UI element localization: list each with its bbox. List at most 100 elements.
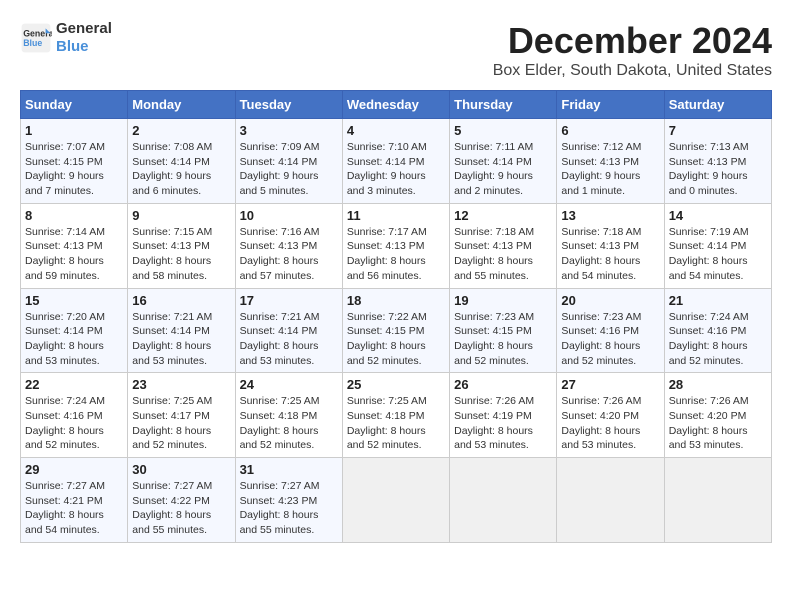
day-info: Sunrise: 7:16 AM Sunset: 4:13 PM Dayligh…: [240, 225, 338, 284]
calendar-week-row: 22 Sunrise: 7:24 AM Sunset: 4:16 PM Dayli…: [21, 373, 772, 458]
calendar-cell: 7 Sunrise: 7:13 AM Sunset: 4:13 PM Daylig…: [664, 119, 771, 204]
calendar-cell: 27Sunrise: 7:26 AM Sunset: 4:20 PM Dayli…: [557, 373, 664, 458]
day-info: Sunrise: 7:26 AM Sunset: 4:19 PM Dayligh…: [454, 394, 552, 453]
calendar-cell: 4 Sunrise: 7:10 AM Sunset: 4:14 PM Daylig…: [342, 119, 449, 204]
calendar-cell: 6Sunrise: 7:12 AM Sunset: 4:13 PM Daylig…: [557, 119, 664, 204]
day-number: 21: [669, 293, 767, 308]
day-info: Sunrise: 7:15 AM Sunset: 4:13 PM Dayligh…: [132, 225, 230, 284]
calendar-cell: 25 Sunrise: 7:25 AM Sunset: 4:18 PM Dayli…: [342, 373, 449, 458]
day-number: 4: [347, 123, 445, 138]
day-info: Sunrise: 7:07 AM Sunset: 4:15 PM Dayligh…: [25, 140, 123, 199]
calendar-table: SundayMondayTuesdayWednesdayThursdayFrid…: [20, 90, 772, 543]
calendar-cell: 18 Sunrise: 7:22 AM Sunset: 4:15 PM Dayli…: [342, 288, 449, 373]
day-number: 31: [240, 462, 338, 477]
day-number: 30: [132, 462, 230, 477]
day-number: 11: [347, 208, 445, 223]
day-number: 22: [25, 377, 123, 392]
day-info: Sunrise: 7:22 AM Sunset: 4:15 PM Dayligh…: [347, 310, 445, 369]
calendar-cell: [450, 458, 557, 543]
header: General Blue General Blue December 2024 …: [20, 20, 772, 80]
calendar-cell: [664, 458, 771, 543]
day-info: Sunrise: 7:27 AM Sunset: 4:23 PM Dayligh…: [240, 479, 338, 538]
calendar-cell: 12Sunrise: 7:18 AM Sunset: 4:13 PM Dayli…: [450, 203, 557, 288]
day-number: 13: [561, 208, 659, 223]
calendar-week-row: 8 Sunrise: 7:14 AM Sunset: 4:13 PM Daylig…: [21, 203, 772, 288]
day-number: 18: [347, 293, 445, 308]
day-info: Sunrise: 7:23 AM Sunset: 4:15 PM Dayligh…: [454, 310, 552, 369]
calendar-cell: 5 Sunrise: 7:11 AM Sunset: 4:14 PM Daylig…: [450, 119, 557, 204]
day-info: Sunrise: 7:20 AM Sunset: 4:14 PM Dayligh…: [25, 310, 123, 369]
day-info: Sunrise: 7:21 AM Sunset: 4:14 PM Dayligh…: [240, 310, 338, 369]
day-info: Sunrise: 7:27 AM Sunset: 4:21 PM Dayligh…: [25, 479, 123, 538]
calendar-week-row: 29Sunrise: 7:27 AM Sunset: 4:21 PM Dayli…: [21, 458, 772, 543]
day-header-saturday: Saturday: [664, 91, 771, 119]
day-number: 5: [454, 123, 552, 138]
calendar-cell: 21 Sunrise: 7:24 AM Sunset: 4:16 PM Dayli…: [664, 288, 771, 373]
day-info: Sunrise: 7:13 AM Sunset: 4:13 PM Dayligh…: [669, 140, 767, 199]
day-info: Sunrise: 7:18 AM Sunset: 4:13 PM Dayligh…: [454, 225, 552, 284]
calendar-cell: 2 Sunrise: 7:08 AM Sunset: 4:14 PM Daylig…: [128, 119, 235, 204]
day-info: Sunrise: 7:10 AM Sunset: 4:14 PM Dayligh…: [347, 140, 445, 199]
day-info: Sunrise: 7:17 AM Sunset: 4:13 PM Dayligh…: [347, 225, 445, 284]
calendar-cell: 26 Sunrise: 7:26 AM Sunset: 4:19 PM Dayli…: [450, 373, 557, 458]
day-number: 23: [132, 377, 230, 392]
calendar-cell: 1Sunrise: 7:07 AM Sunset: 4:15 PM Daylig…: [21, 119, 128, 204]
svg-text:General: General: [23, 28, 52, 38]
calendar-body: 1Sunrise: 7:07 AM Sunset: 4:15 PM Daylig…: [21, 119, 772, 543]
day-info: Sunrise: 7:24 AM Sunset: 4:16 PM Dayligh…: [669, 310, 767, 369]
day-info: Sunrise: 7:25 AM Sunset: 4:18 PM Dayligh…: [347, 394, 445, 453]
calendar-cell: 24 Sunrise: 7:25 AM Sunset: 4:18 PM Dayli…: [235, 373, 342, 458]
calendar-week-row: 1Sunrise: 7:07 AM Sunset: 4:15 PM Daylig…: [21, 119, 772, 204]
day-info: Sunrise: 7:09 AM Sunset: 4:14 PM Dayligh…: [240, 140, 338, 199]
day-info: Sunrise: 7:26 AM Sunset: 4:20 PM Dayligh…: [669, 394, 767, 453]
calendar-cell: 8 Sunrise: 7:14 AM Sunset: 4:13 PM Daylig…: [21, 203, 128, 288]
day-number: 3: [240, 123, 338, 138]
calendar-cell: 9Sunrise: 7:15 AM Sunset: 4:13 PM Daylig…: [128, 203, 235, 288]
day-info: Sunrise: 7:25 AM Sunset: 4:17 PM Dayligh…: [132, 394, 230, 453]
day-info: Sunrise: 7:11 AM Sunset: 4:14 PM Dayligh…: [454, 140, 552, 199]
day-info: Sunrise: 7:19 AM Sunset: 4:14 PM Dayligh…: [669, 225, 767, 284]
day-number: 25: [347, 377, 445, 392]
title-area: December 2024 Box Elder, South Dakota, U…: [493, 20, 772, 80]
day-number: 7: [669, 123, 767, 138]
day-info: Sunrise: 7:24 AM Sunset: 4:16 PM Dayligh…: [25, 394, 123, 453]
calendar-cell: 14Sunrise: 7:19 AM Sunset: 4:14 PM Dayli…: [664, 203, 771, 288]
day-info: Sunrise: 7:08 AM Sunset: 4:14 PM Dayligh…: [132, 140, 230, 199]
calendar-cell: 30 Sunrise: 7:27 AM Sunset: 4:22 PM Dayli…: [128, 458, 235, 543]
location-title: Box Elder, South Dakota, United States: [493, 62, 772, 80]
calendar-header-row: SundayMondayTuesdayWednesdayThursdayFrid…: [21, 91, 772, 119]
day-info: Sunrise: 7:12 AM Sunset: 4:13 PM Dayligh…: [561, 140, 659, 199]
day-number: 8: [25, 208, 123, 223]
month-title: December 2024: [493, 20, 772, 62]
day-info: Sunrise: 7:23 AM Sunset: 4:16 PM Dayligh…: [561, 310, 659, 369]
calendar-cell: 20Sunrise: 7:23 AM Sunset: 4:16 PM Dayli…: [557, 288, 664, 373]
day-info: Sunrise: 7:14 AM Sunset: 4:13 PM Dayligh…: [25, 225, 123, 284]
svg-text:Blue: Blue: [23, 38, 42, 48]
calendar-cell: 23 Sunrise: 7:25 AM Sunset: 4:17 PM Dayli…: [128, 373, 235, 458]
calendar-cell: 10Sunrise: 7:16 AM Sunset: 4:13 PM Dayli…: [235, 203, 342, 288]
logo: General Blue General Blue: [20, 20, 112, 56]
day-info: Sunrise: 7:25 AM Sunset: 4:18 PM Dayligh…: [240, 394, 338, 453]
calendar-cell: 11 Sunrise: 7:17 AM Sunset: 4:13 PM Dayli…: [342, 203, 449, 288]
calendar-cell: 28 Sunrise: 7:26 AM Sunset: 4:20 PM Dayli…: [664, 373, 771, 458]
calendar-cell: [342, 458, 449, 543]
day-number: 27: [561, 377, 659, 392]
calendar-cell: 16 Sunrise: 7:21 AM Sunset: 4:14 PM Dayli…: [128, 288, 235, 373]
day-info: Sunrise: 7:27 AM Sunset: 4:22 PM Dayligh…: [132, 479, 230, 538]
day-header-tuesday: Tuesday: [235, 91, 342, 119]
logo-text-line1: General: [56, 20, 112, 38]
calendar-week-row: 15 Sunrise: 7:20 AM Sunset: 4:14 PM Dayli…: [21, 288, 772, 373]
day-info: Sunrise: 7:21 AM Sunset: 4:14 PM Dayligh…: [132, 310, 230, 369]
day-number: 28: [669, 377, 767, 392]
day-number: 24: [240, 377, 338, 392]
calendar-cell: 3 Sunrise: 7:09 AM Sunset: 4:14 PM Daylig…: [235, 119, 342, 204]
day-number: 26: [454, 377, 552, 392]
day-number: 16: [132, 293, 230, 308]
day-number: 2: [132, 123, 230, 138]
calendar-cell: 29Sunrise: 7:27 AM Sunset: 4:21 PM Dayli…: [21, 458, 128, 543]
calendar-cell: 13Sunrise: 7:18 AM Sunset: 4:13 PM Dayli…: [557, 203, 664, 288]
day-number: 15: [25, 293, 123, 308]
day-header-sunday: Sunday: [21, 91, 128, 119]
day-number: 19: [454, 293, 552, 308]
calendar-cell: 15 Sunrise: 7:20 AM Sunset: 4:14 PM Dayli…: [21, 288, 128, 373]
